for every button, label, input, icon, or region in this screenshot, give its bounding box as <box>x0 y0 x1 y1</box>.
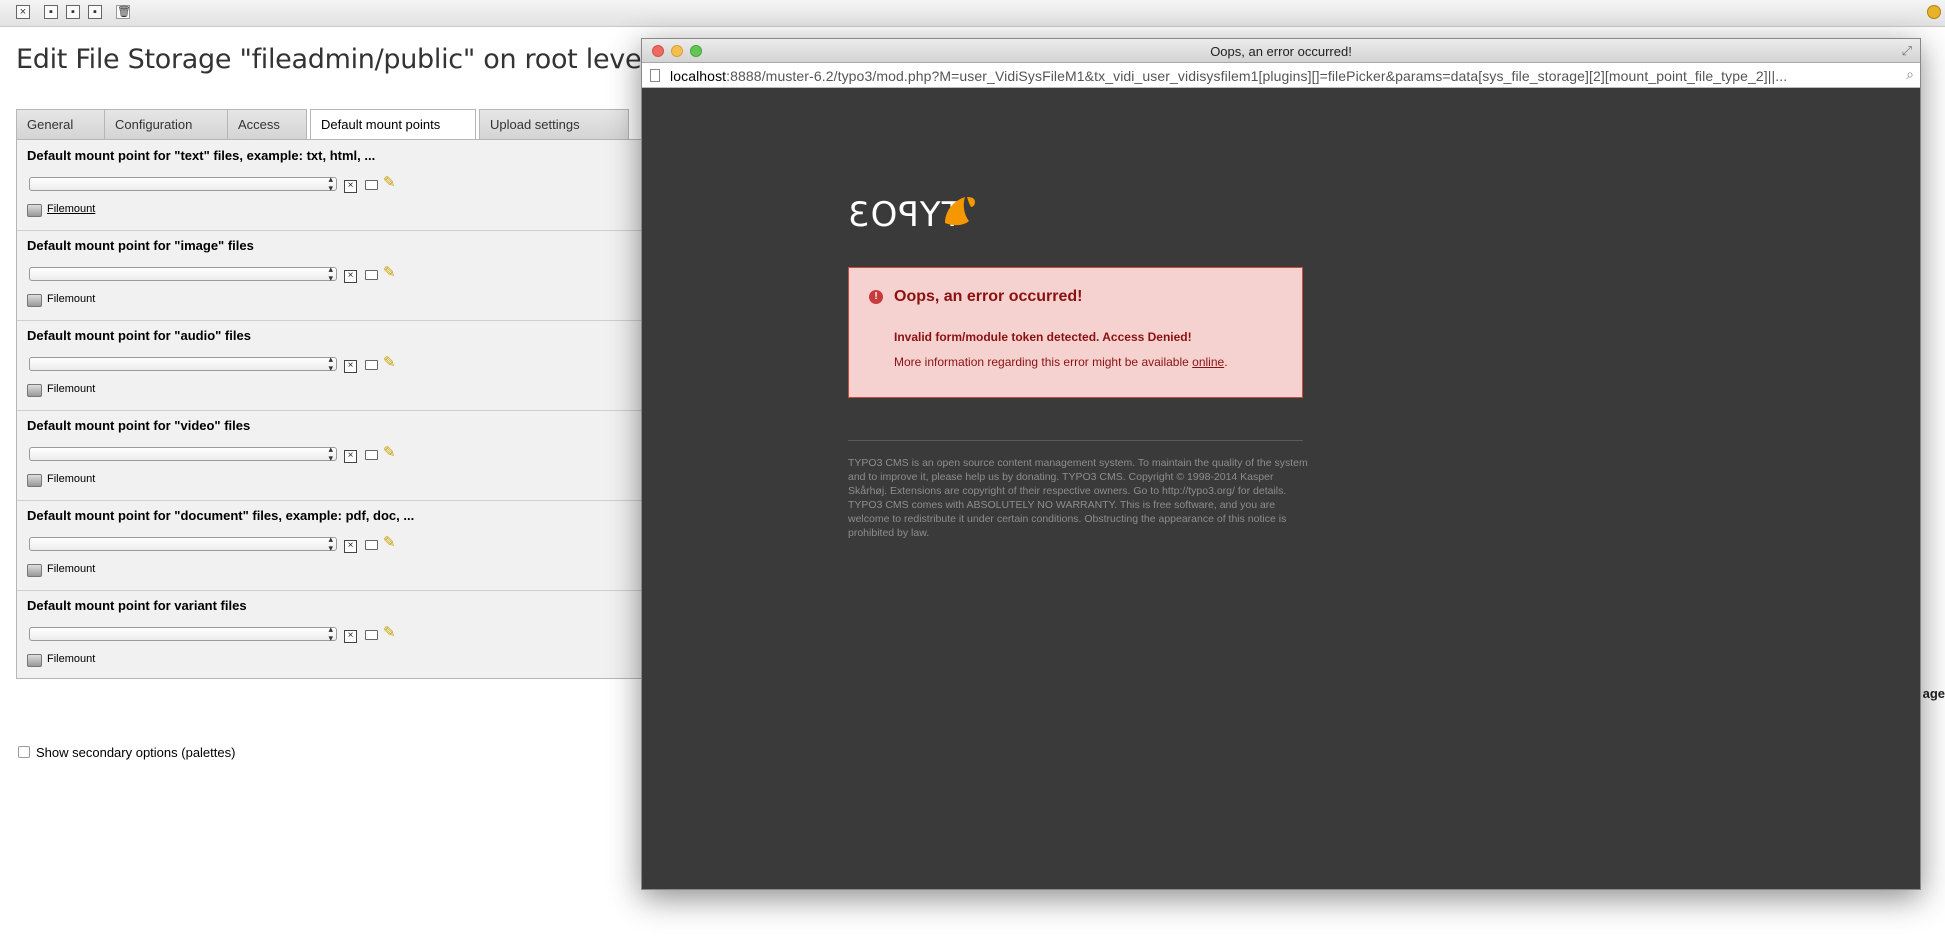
page-icon <box>650 69 660 82</box>
pencil-icon[interactable]: ✎ <box>383 173 396 191</box>
filemount-label: Filemount <box>47 473 96 485</box>
clear-icon[interactable]: × <box>344 540 357 553</box>
mount-point-select[interactable]: ▴ ▾ <box>29 444 337 463</box>
more-info-text: More information regarding this error mi… <box>894 355 1193 369</box>
field-label: Default mount point for "video" files <box>27 418 251 433</box>
field-label: Default mount point for "image" files <box>27 238 254 253</box>
shortcut-icon[interactable] <box>1927 5 1941 19</box>
filemount-label: Filemount <box>47 293 96 305</box>
save-icon[interactable]: ▪ <box>44 5 58 19</box>
folder-icon[interactable] <box>365 360 378 370</box>
palettes-label: Show secondary options (palettes) <box>36 745 236 760</box>
filemount-icon <box>27 474 42 487</box>
folder-icon[interactable] <box>365 450 378 460</box>
field-image-mount: Default mount point for "image" files ▴ ▾… <box>17 230 645 321</box>
pencil-icon[interactable]: ✎ <box>383 533 396 551</box>
field-document-mount: Default mount point for "document" files… <box>17 500 645 591</box>
folder-icon[interactable] <box>365 180 378 190</box>
pencil-icon[interactable]: ✎ <box>383 263 396 281</box>
footer-divider <box>848 440 1303 441</box>
clear-icon[interactable]: × <box>344 270 357 283</box>
tab-configuration[interactable]: Configuration <box>104 109 228 139</box>
select-arrows-icon: ▴ ▾ <box>328 174 333 193</box>
search-icon[interactable]: ⌕ <box>1906 66 1914 83</box>
select-arrows-icon: ▴ ▾ <box>328 624 333 643</box>
filemount-icon <box>27 294 42 307</box>
error-heading: Oops, an error occurred! <box>894 288 1083 305</box>
pencil-icon[interactable]: ✎ <box>383 623 396 641</box>
url-path: :8888/muster-6.2/typo3/mod.php?M=user_Vi… <box>726 68 1788 84</box>
filemount-icon <box>27 384 42 397</box>
field-label: Default mount point for "document" files… <box>27 508 415 523</box>
clear-icon[interactable]: × <box>344 180 357 193</box>
url-bar[interactable]: localhost:8888/muster-6.2/typo3/mod.php?… <box>642 63 1920 88</box>
save-close-icon[interactable]: ▪ <box>88 5 102 19</box>
url-text[interactable]: localhost:8888/muster-6.2/typo3/mod.php?… <box>670 68 1880 84</box>
more-info-suffix: . <box>1224 355 1228 369</box>
palettes-checkbox[interactable] <box>18 746 30 758</box>
mount-point-select[interactable]: ▴ ▾ <box>29 264 337 283</box>
url-host: localhost <box>670 68 727 84</box>
error-icon: ! <box>869 290 883 304</box>
select-arrows-icon: ▴ ▾ <box>328 264 333 283</box>
select-arrows-icon: ▴ ▾ <box>328 444 333 463</box>
filemount-label: Filemount <box>47 653 96 665</box>
copyright-notice: TYPO3 CMS is an open source content mana… <box>848 457 1308 539</box>
error-more-info: More information regarding this error mi… <box>894 355 1228 369</box>
tab-access[interactable]: Access <box>227 109 307 139</box>
page-title: Edit File Storage "fileadmin/public" on … <box>16 44 649 75</box>
field-video-mount: Default mount point for "video" files ▴ ▾… <box>17 410 645 501</box>
mount-point-select[interactable]: ▴ ▾ <box>29 624 337 643</box>
save-view-icon[interactable]: ▪ <box>66 5 80 19</box>
mount-point-select[interactable]: ▴ ▾ <box>29 534 337 553</box>
pencil-icon[interactable]: ✎ <box>383 443 396 461</box>
close-icon[interactable]: × <box>16 5 30 19</box>
popup-window: Oops, an error occurred! ⤢ localhost:888… <box>641 38 1921 890</box>
folder-icon[interactable] <box>365 630 378 640</box>
clear-icon[interactable]: × <box>344 360 357 373</box>
filemount-icon <box>27 204 42 217</box>
online-link[interactable]: online <box>1192 355 1224 369</box>
field-label: Default mount point for "text" files, ex… <box>27 148 376 163</box>
error-message-box: ! Oops, an error occurred! Invalid form/… <box>848 267 1303 398</box>
clear-icon[interactable]: × <box>344 450 357 463</box>
tab-general[interactable]: General <box>16 109 106 139</box>
field-text-mount: Default mount point for "text" files, ex… <box>17 140 645 231</box>
field-audio-mount: Default mount point for "audio" files ▴ ▾… <box>17 320 645 411</box>
popup-titlebar[interactable]: Oops, an error occurred! ⤢ <box>642 39 1920 63</box>
palettes-option[interactable]: Show secondary options (palettes) <box>18 745 235 760</box>
clipped-text: age <box>1922 686 1945 701</box>
select-arrows-icon: ▴ ▾ <box>328 534 333 553</box>
filemount-icon <box>27 564 42 577</box>
error-message: Invalid form/module token detected. Acce… <box>894 330 1192 344</box>
tab-default-mount-points[interactable]: Default mount points <box>310 109 476 140</box>
docheader-toolbar: × ▪ ▪ ▪ 🗑 <box>0 0 1945 27</box>
folder-icon[interactable] <box>365 270 378 280</box>
pencil-icon[interactable]: ✎ <box>383 353 396 371</box>
filemount-link[interactable]: Filemount <box>47 203 95 215</box>
fullscreen-icon[interactable]: ⤢ <box>1902 43 1912 59</box>
filemount-label: Filemount <box>47 563 96 575</box>
typo3-mark-icon <box>945 197 975 226</box>
field-variant-mount: Default mount point for variant files ▴ ▾… <box>17 590 645 680</box>
mount-point-select[interactable]: ▴ ▾ <box>29 354 337 373</box>
select-arrows-icon: ▴ ▾ <box>328 354 333 373</box>
delete-icon[interactable]: 🗑 <box>116 5 131 19</box>
mount-point-select[interactable]: ▴ ▾ <box>29 174 337 193</box>
folder-icon[interactable] <box>365 540 378 550</box>
popup-title: Oops, an error occurred! <box>1210 44 1352 59</box>
clear-icon[interactable]: × <box>344 630 357 643</box>
filemount-label: Filemount <box>47 383 96 395</box>
field-label: Default mount point for "audio" files <box>27 328 251 343</box>
form-panel: Default mount point for "text" files, ex… <box>16 139 646 679</box>
filemount-icon <box>27 654 42 667</box>
typo3-logo: TYPO3 <box>847 191 977 235</box>
field-label: Default mount point for variant files <box>27 598 247 613</box>
tab-upload-settings[interactable]: Upload settings <box>479 109 629 139</box>
